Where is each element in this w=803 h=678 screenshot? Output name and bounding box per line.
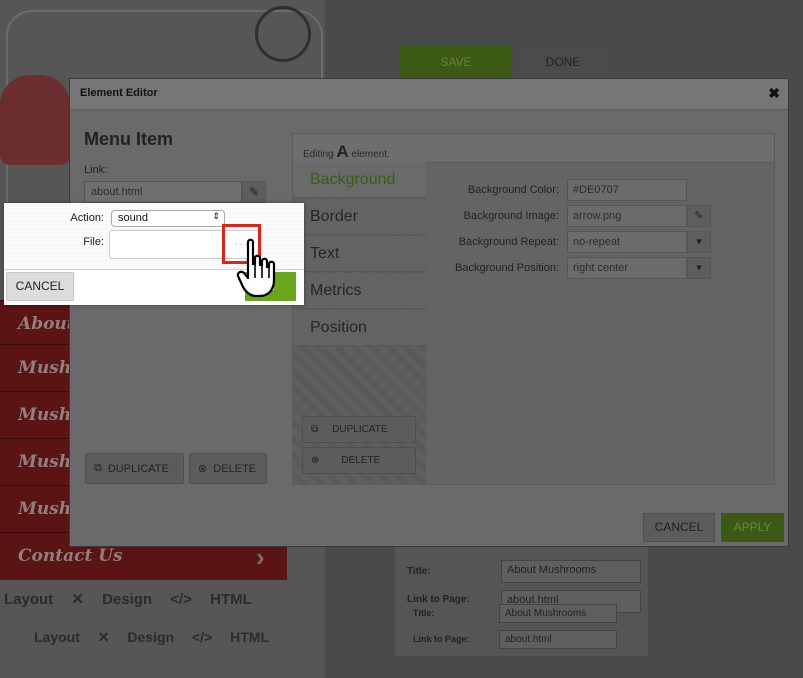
style-editor-panel: Editing A element. Background Border Tex… <box>292 133 775 485</box>
panel-duplicate-button[interactable]: ⧉ DUPLICATE <box>302 416 416 443</box>
title-field: About Mushrooms <box>501 560 641 583</box>
delete-icon: ⊗ <box>198 463 208 475</box>
editing-suffix: element. <box>351 149 390 160</box>
background-repeat-select[interactable]: no-repeat <box>567 231 687 253</box>
cancel-button[interactable]: CANCEL <box>643 513 715 542</box>
background-color-label: Background Color: <box>467 184 559 196</box>
link-label: Link to Page: <box>407 594 470 605</box>
background-save-button: SAVE <box>400 46 512 78</box>
tab-design: Design <box>102 591 153 608</box>
tab-border[interactable]: Border <box>293 199 426 235</box>
delete-button[interactable]: ⊗ DELETE <box>189 453 267 484</box>
duplicate-icon: ⧉ <box>311 424 319 435</box>
background-properties-panel: Title: About Mushrooms Link to Page: abo… <box>395 546 648 656</box>
action-select-value: sound <box>118 212 148 224</box>
editing-caption: Editing A element. <box>293 134 774 163</box>
background-done-button: DONE <box>519 46 607 78</box>
link-field: about.html <box>499 630 617 649</box>
apply-button[interactable]: APPLY <box>721 513 784 542</box>
tab-layout: Layout <box>4 591 54 608</box>
title-label: Title: <box>413 608 435 618</box>
tab-text[interactable]: Text <box>293 236 426 272</box>
chevron-down-icon[interactable]: ▾ <box>687 257 711 279</box>
delete-icon: ⊗ <box>311 455 320 466</box>
link-label: Link to Page: <box>413 634 470 644</box>
dialog-header: Element Editor ✖ <box>70 79 788 110</box>
background-repeat-label: Background Repeat: <box>458 236 559 248</box>
phone-camera-ring <box>255 6 311 62</box>
panel-delete-label: DELETE <box>341 455 381 466</box>
close-icon[interactable]: ✖ <box>768 85 780 102</box>
editing-tag: A <box>336 142 349 161</box>
duplicate-button-label: DUPLICATE <box>107 462 169 475</box>
code-icon: </> <box>170 591 192 608</box>
title-field: About Mushrooms <box>499 604 617 623</box>
panel-delete-button[interactable]: ⊗ DELETE <box>302 447 416 474</box>
close-icon: ✕ <box>97 629 110 645</box>
title-label: Title: <box>407 566 431 577</box>
file-label: File: <box>83 236 104 248</box>
action-select[interactable]: sound ⇕ <box>111 210 225 227</box>
link-input[interactable]: about.html <box>84 181 242 203</box>
tab-design: Design <box>127 629 175 645</box>
duplicate-button[interactable]: ⧉ DUPLICATE <box>85 453 184 484</box>
background-position-select[interactable]: right center <box>567 257 687 279</box>
panel-duplicate-label: DUPLICATE <box>332 424 388 435</box>
close-icon: ✕ <box>71 591 84 608</box>
tab-position[interactable]: Position <box>293 310 426 346</box>
pencil-icon[interactable]: ✎ <box>242 181 266 203</box>
tab-html: HTML <box>210 591 252 608</box>
action-label: Action: <box>70 212 104 224</box>
hand-pointer-icon <box>236 238 276 298</box>
dialog-title: Element Editor <box>80 87 158 99</box>
link-label: Link: <box>84 164 108 176</box>
mode-tabs: Layout ✕ Design </> HTML <box>4 590 266 608</box>
mushroom-image <box>0 75 70 165</box>
pencil-icon[interactable]: ✎ <box>687 205 711 227</box>
element-heading: Menu Item <box>84 129 174 149</box>
element-editor-dialog: Element Editor ✖ Menu Item Link: about.h… <box>69 78 789 547</box>
tab-html: HTML <box>230 629 270 645</box>
style-tabs: Background Border Text Metrics Position … <box>293 162 426 485</box>
editing-prefix: Editing <box>303 149 334 160</box>
background-position-label: Background Position: <box>455 262 559 274</box>
tab-metrics[interactable]: Metrics <box>293 273 426 309</box>
background-color-input[interactable]: #DE0707 <box>567 179 687 201</box>
delete-button-label: DELETE <box>213 462 257 475</box>
background-image-input[interactable]: arrow.png <box>567 205 687 227</box>
background-image-label: Background Image: <box>463 210 559 222</box>
code-icon: </> <box>191 629 213 645</box>
chevron-down-icon[interactable]: ▾ <box>687 231 711 253</box>
duplicate-icon: ⧉ <box>94 462 102 474</box>
popup-cancel-button[interactable]: CANCEL <box>6 272 74 301</box>
tab-layout: Layout <box>34 629 80 645</box>
mode-tabs-secondary: Layout ✕ Design </> HTML <box>34 629 283 646</box>
chevron-updown-icon: ⇕ <box>212 211 220 221</box>
tab-background[interactable]: Background <box>293 162 426 198</box>
